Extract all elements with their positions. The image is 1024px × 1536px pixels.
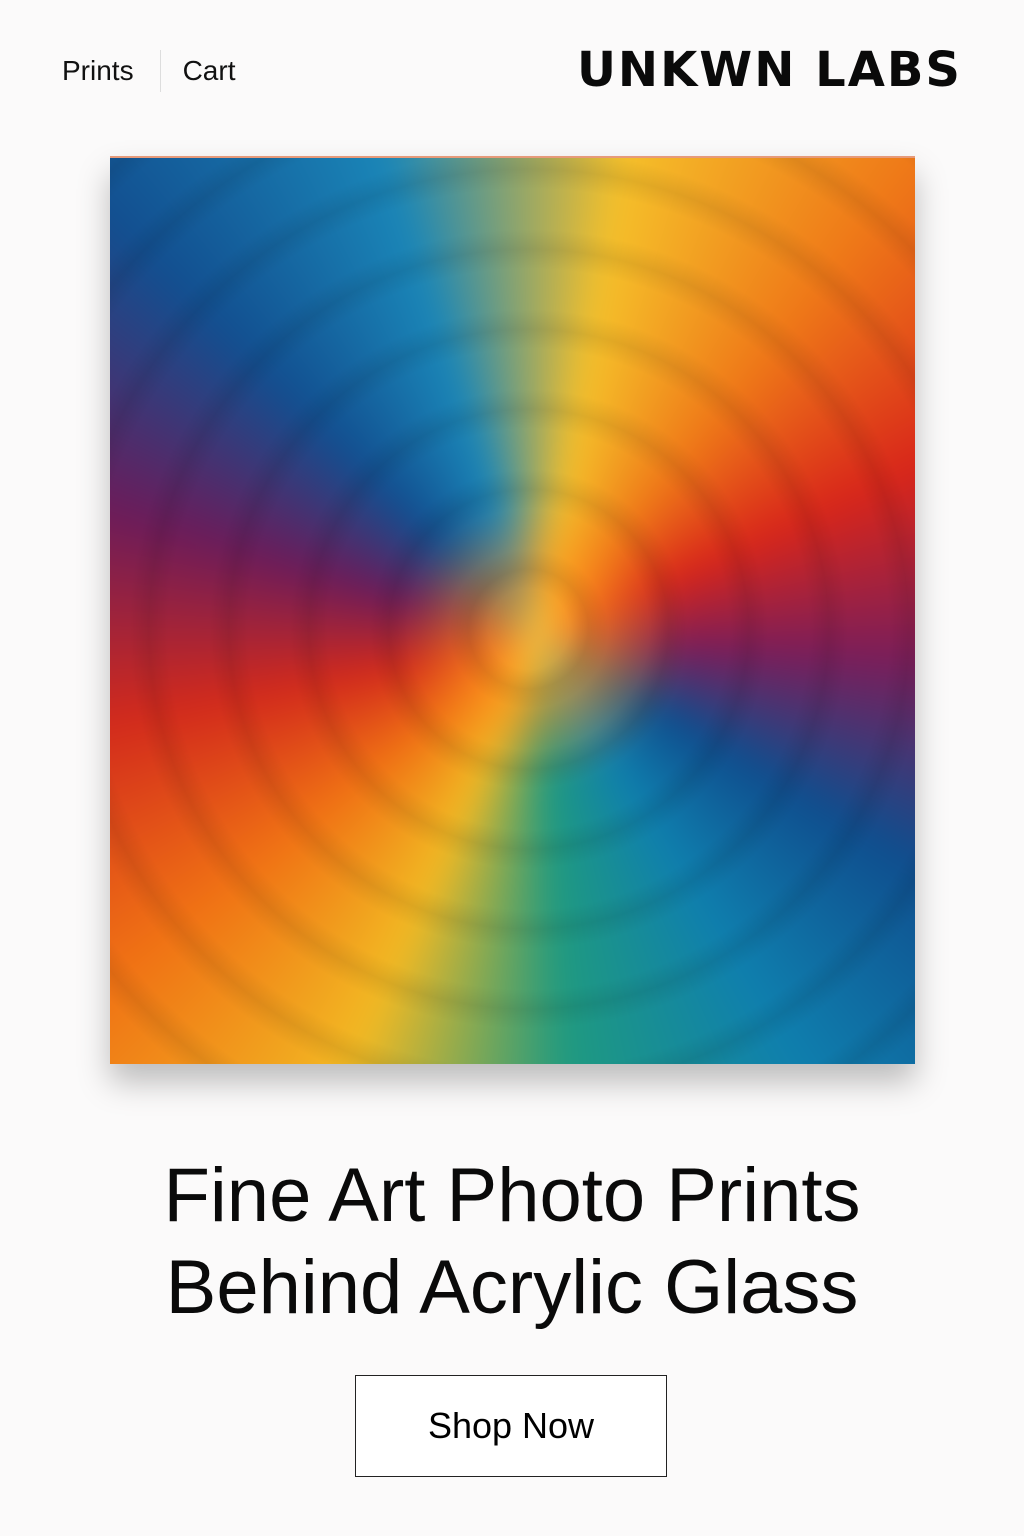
nav-link-cart[interactable]: Cart: [183, 55, 236, 87]
shop-now-button[interactable]: Shop Now: [355, 1375, 667, 1477]
brand-logo[interactable]: UNKWN LABS: [577, 42, 962, 98]
swirl-texture: [110, 158, 915, 1064]
nav-link-prints[interactable]: Prints: [62, 55, 134, 87]
hero-artwork-image: [110, 156, 915, 1064]
hero-headline: Fine Art Photo Prints Behind Acrylic Gla…: [0, 1150, 1024, 1334]
top-nav: Prints Cart: [62, 50, 235, 92]
headline-line-2: Behind Acrylic Glass: [165, 1245, 859, 1330]
headline-line-1: Fine Art Photo Prints: [163, 1153, 861, 1238]
nav-divider: [159, 50, 161, 92]
